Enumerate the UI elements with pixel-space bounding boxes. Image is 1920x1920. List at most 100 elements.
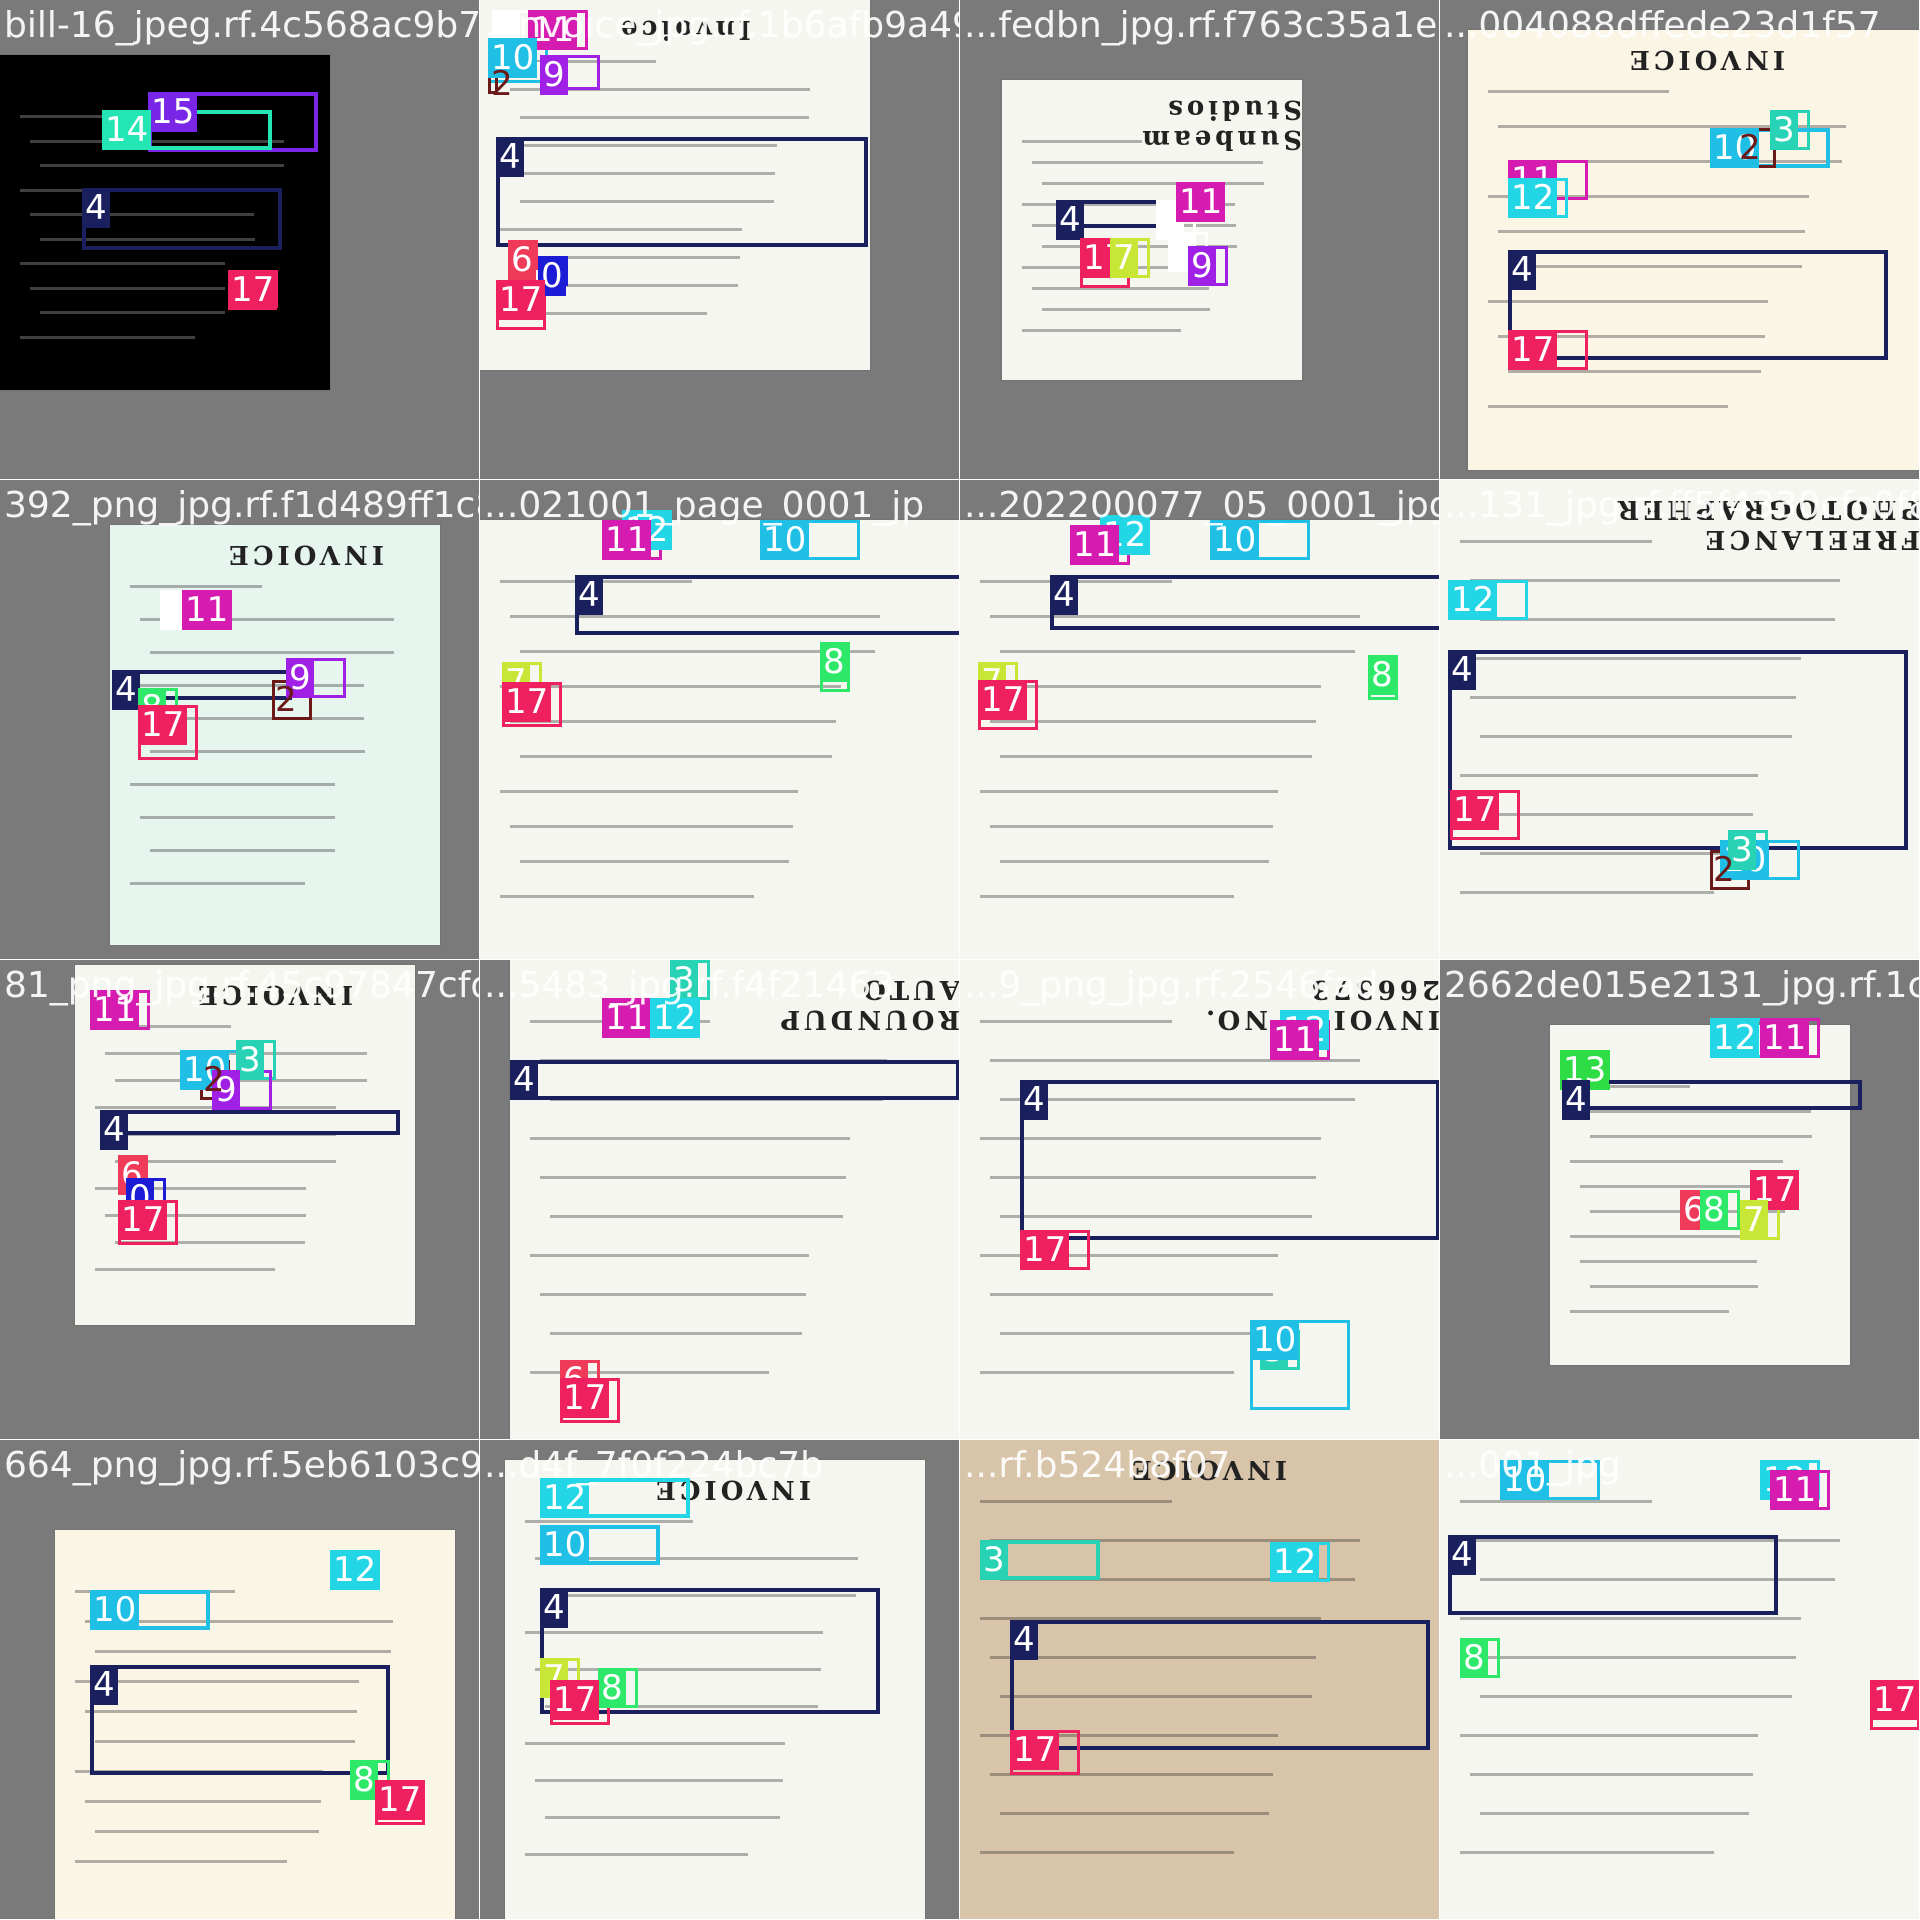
class-id-label: 2 xyxy=(275,680,297,720)
bounding-box xyxy=(496,137,868,247)
class-id-label: 4 xyxy=(1020,1080,1048,1120)
class-id-label: 12 xyxy=(1270,1542,1320,1582)
document-text-line xyxy=(520,116,809,119)
class-id-label: 10 xyxy=(1250,1320,1300,1360)
class-id-label: 4 xyxy=(112,670,140,710)
class-id-label: 8 xyxy=(1368,655,1396,695)
document-title: INVOICE xyxy=(225,539,384,569)
document-text-line xyxy=(520,755,832,758)
document-text-line xyxy=(1590,1285,1758,1288)
class-id-label: 11 xyxy=(602,520,652,560)
class-id-label: 4 xyxy=(1010,1620,1038,1660)
document-text-line xyxy=(1470,1773,1754,1776)
class-id-label: 4 xyxy=(90,1665,118,1705)
document-title: INVOICE xyxy=(1626,44,1785,74)
class-id-label: 11 xyxy=(182,590,232,630)
document-text-line xyxy=(520,860,789,863)
document-text-line xyxy=(130,783,335,786)
bounding-box xyxy=(100,1110,400,1135)
class-id-label: 4 xyxy=(1562,1080,1590,1120)
class-id-label: 17 xyxy=(138,705,188,745)
document-text-line xyxy=(150,651,395,654)
document-text-line xyxy=(75,1860,287,1863)
class-id-label: 17 xyxy=(375,1780,425,1820)
tile-filename-label: ...9_png_jpg.rf.2546fad xyxy=(964,965,1379,1006)
document-text-line xyxy=(535,1779,783,1782)
document-text-line xyxy=(1460,891,1715,894)
class-id-label: 4 xyxy=(1448,1535,1476,1575)
class-id-label: 2 xyxy=(1713,850,1735,890)
class-id-label: 2 xyxy=(1739,128,1761,168)
grid-tile: ROUNDUP AUTO ...5483_jpg.rf.f4f21463 3 11 12… xyxy=(480,960,960,1440)
class-id-label: 11 xyxy=(1070,525,1120,565)
class-id-label: 4 xyxy=(1056,200,1084,240)
bounding-box xyxy=(1020,1080,1439,1240)
tile-filename-label: ...fedbn_jpg.rf.f763c35a1e7 xyxy=(964,5,1440,46)
document-text-line xyxy=(1480,618,1836,621)
document-text-line xyxy=(40,164,285,167)
grid-tile: ...001_jpg1012114817 xyxy=(1440,1440,1920,1920)
class-id-label: 17 xyxy=(496,280,546,320)
document-text-line xyxy=(1590,1135,1812,1138)
document-text-line xyxy=(525,1742,786,1745)
class-id-label: 17 xyxy=(560,1378,610,1418)
class-id-label: 9 xyxy=(1188,246,1216,286)
grid-tile: FREELANCE PHOTOGRAPHER ...131_jpg.rf.ff5f… xyxy=(1440,480,1920,960)
bounding-box xyxy=(510,1060,959,1100)
invoice-document-image: Sunbeam Studios xyxy=(1002,80,1302,380)
document-text-line xyxy=(1042,182,1264,185)
document-text-line xyxy=(95,1830,319,1833)
tile-filename-label: 81_png_jpg.rf.45c97847cfdd xyxy=(4,965,480,1006)
class-id-label: 3 xyxy=(236,1040,264,1080)
grid-tile: INVOICE ...d4f_7f0f224bc7b 12 10 4 7 8 17 xyxy=(480,1440,960,1920)
class-id-label: 14 xyxy=(102,110,152,150)
document-text-line xyxy=(30,286,225,290)
class-id-label: 17 xyxy=(978,680,1028,720)
grid-tile: ...021001_page_0001_jp12111047178 xyxy=(480,480,960,960)
class-id-label: 17 xyxy=(118,1200,168,1240)
class-id-label: 8 xyxy=(820,642,848,682)
class-id-label: 4 xyxy=(1448,650,1476,690)
tile-filename-label: 392_png_jpg.rf.f1d489ff1c8e xyxy=(4,485,480,526)
class-id-label: 7 xyxy=(1110,238,1138,278)
document-text-line xyxy=(1460,1500,1652,1503)
tile-filename-label: ...021001_page_0001_jp xyxy=(484,485,925,526)
document-text-line xyxy=(1470,1656,1797,1659)
tile-filename-label: ...202200077_05_0001_jpg xyxy=(964,485,1440,526)
class-id-label: 11 xyxy=(1760,1018,1810,1058)
tile-filename-label: 2662de015e2131_jpg.rf.1c6c xyxy=(1444,965,1920,1006)
class-id-label: 17 xyxy=(1870,1680,1919,1720)
document-text-line xyxy=(150,849,335,852)
class-id-label: 4 xyxy=(82,188,110,228)
document-text-line xyxy=(500,790,798,793)
document-text-line xyxy=(95,1650,391,1653)
bounding-box xyxy=(575,575,959,635)
class-id-label: 12 xyxy=(1508,178,1558,218)
document-text-line xyxy=(1000,1332,1269,1335)
document-text-line xyxy=(980,1851,1235,1854)
document-text-line xyxy=(550,1215,843,1218)
class-id-label: 17 xyxy=(1450,790,1500,830)
grid-tile: INVOICE NO. 266373 ...9_png_jpg.rf.2546fa… xyxy=(960,960,1440,1440)
document-text-line xyxy=(530,1254,809,1257)
document-text-line xyxy=(525,1520,693,1523)
class-id-label: 4 xyxy=(100,1110,128,1150)
grid-tile: INVOICE ...rf.b524b8f07 3 12 4 17 xyxy=(960,1440,1440,1920)
grid-tile: 2662de015e2131_jpg.rf.1c6c 12 11 13 4 17 6 8 7 xyxy=(1440,960,1920,1440)
document-text-line xyxy=(545,1816,781,1819)
class-id-label: 12 xyxy=(1710,1018,1760,1058)
class-id-label: 8 xyxy=(350,1760,378,1800)
document-text-line xyxy=(550,1332,802,1335)
document-text-line xyxy=(980,1371,1235,1374)
document-text-line xyxy=(530,1137,850,1140)
document-text-line xyxy=(1000,755,1312,758)
class-id-label: 8 xyxy=(1460,1638,1488,1678)
class-id-label: 8 xyxy=(598,1668,626,1708)
class-id-label: 2 xyxy=(203,1060,225,1100)
document-text-line xyxy=(1042,308,1210,311)
document-text-line xyxy=(1498,230,1806,233)
document-text-line xyxy=(1000,650,1356,653)
document-text-line xyxy=(1480,1695,1792,1698)
class-id-label: 10 xyxy=(1210,520,1260,560)
document-text-line xyxy=(500,895,755,898)
